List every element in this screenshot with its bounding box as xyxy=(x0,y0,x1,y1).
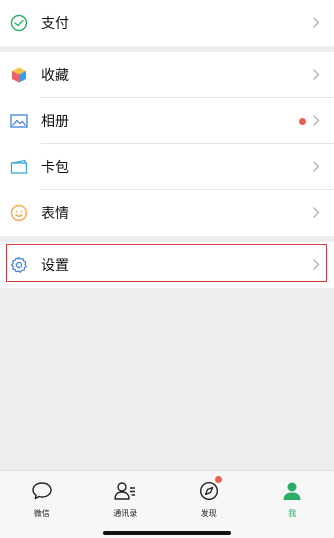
features-group: 收藏 相册 卡包 表情 xyxy=(0,52,334,236)
gear-icon xyxy=(9,255,29,275)
tab-label: 微信 xyxy=(33,509,50,518)
tab-me[interactable]: 我 xyxy=(251,471,334,538)
favorites-cube-icon xyxy=(9,65,29,85)
tab-discover[interactable]: 发现 xyxy=(167,471,251,538)
menu-item-favorites[interactable]: 收藏 xyxy=(0,52,334,98)
pay-icon xyxy=(9,13,29,33)
menu-item-label: 收藏 xyxy=(41,68,69,84)
bottom-tab-bar: 微信 通讯录 发现 我 xyxy=(0,470,334,538)
menu-item-album[interactable]: 相册 xyxy=(0,98,334,144)
menu-item-label: 表情 xyxy=(41,206,69,222)
tab-label: 我 xyxy=(288,509,297,518)
chat-bubble-icon xyxy=(31,481,53,505)
menu-item-cards[interactable]: 卡包 xyxy=(0,144,334,190)
new-content-dot xyxy=(299,117,306,125)
settings-group: 设置 xyxy=(0,242,334,288)
chevron-right-icon xyxy=(312,204,320,223)
tab-label: 发现 xyxy=(200,509,217,518)
chevron-right-icon xyxy=(312,256,320,275)
menu-item-label: 卡包 xyxy=(41,160,69,176)
chevron-right-icon xyxy=(312,66,320,85)
chevron-right-icon xyxy=(312,158,320,177)
tab-chats[interactable]: 微信 xyxy=(0,471,84,538)
tab-label: 通讯录 xyxy=(113,509,138,518)
discover-badge-dot xyxy=(214,476,222,483)
compass-icon xyxy=(199,481,219,505)
smiley-icon xyxy=(9,203,29,223)
menu-item-settings[interactable]: 设置 xyxy=(0,242,334,288)
menu-item-pay[interactable]: 支付 xyxy=(0,0,334,46)
pay-group: 支付 xyxy=(0,0,334,46)
menu-item-stickers[interactable]: 表情 xyxy=(0,190,334,236)
menu-item-label: 相册 xyxy=(41,114,69,130)
album-icon xyxy=(9,111,29,131)
card-wallet-icon xyxy=(9,157,29,177)
menu-item-label: 设置 xyxy=(41,258,69,274)
tab-contacts[interactable]: 通讯录 xyxy=(84,471,168,538)
person-icon xyxy=(282,481,302,505)
chevron-right-icon xyxy=(312,14,320,33)
menu-item-label: 支付 xyxy=(41,16,69,32)
contacts-icon xyxy=(113,481,137,505)
home-indicator xyxy=(103,531,231,535)
chevron-right-icon xyxy=(312,112,320,131)
